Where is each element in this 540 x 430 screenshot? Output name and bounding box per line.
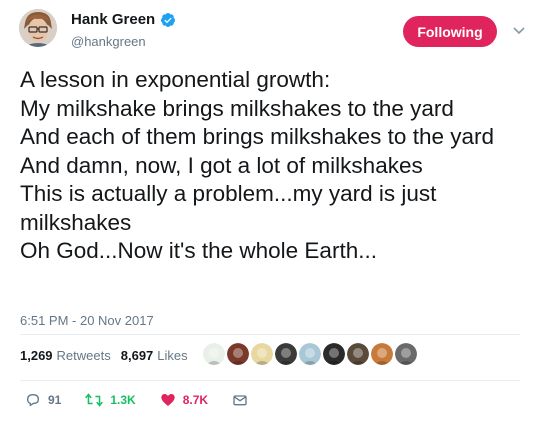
- liker-avatar-icon: [323, 343, 345, 365]
- author-display-name[interactable]: Hank Green: [71, 11, 155, 28]
- retweet-icon: [85, 393, 104, 407]
- likes-label[interactable]: Likes: [157, 348, 187, 363]
- liker-avatar[interactable]: [299, 343, 321, 365]
- like-button[interactable]: 8.7K: [160, 392, 208, 408]
- retweet-count: 1.3K: [110, 393, 136, 407]
- retweet-button[interactable]: 1.3K: [85, 392, 136, 408]
- likes-count[interactable]: 8,697: [121, 348, 154, 363]
- avatar[interactable]: [19, 9, 57, 47]
- divider: [20, 334, 520, 335]
- tweet-line: And damn, now, I got a lot of milkshakes: [20, 152, 423, 178]
- liker-avatar-icon: [275, 343, 297, 365]
- liker-avatar[interactable]: [203, 343, 225, 365]
- reply-count: 91: [48, 393, 62, 407]
- liker-avatar-icon: [299, 343, 321, 365]
- liker-avatar[interactable]: [371, 343, 393, 365]
- direct-message-icon: [233, 395, 247, 406]
- tweet-stats: 1,269 Retweets 8,697 Likes: [20, 348, 188, 363]
- tweet-text: A lesson in exponential growth: My milks…: [20, 66, 532, 266]
- following-button[interactable]: Following: [403, 16, 497, 47]
- liker-avatar-icon: [395, 343, 417, 365]
- liker-avatar[interactable]: [251, 343, 273, 365]
- liker-avatar[interactable]: [227, 343, 249, 365]
- liker-avatar[interactable]: [275, 343, 297, 365]
- liker-avatar-icon: [347, 343, 369, 365]
- reply-icon: [26, 393, 40, 407]
- tweet-line: Oh God...Now it's the whole Earth...: [20, 238, 377, 263]
- tweet-line: My milkshake brings milkshakes to the ya…: [20, 95, 454, 121]
- chevron-down-icon[interactable]: [513, 26, 525, 36]
- liker-avatar[interactable]: [395, 343, 417, 365]
- liker-avatar-icon: [227, 343, 249, 365]
- author-name-row[interactable]: Hank Green: [71, 11, 176, 28]
- liker-avatar[interactable]: [323, 343, 345, 365]
- divider: [20, 380, 520, 381]
- like-count: 8.7K: [182, 393, 209, 407]
- heart-icon: [161, 394, 175, 406]
- direct-message-button[interactable]: [232, 392, 248, 408]
- liker-avatars: [203, 343, 419, 365]
- liker-avatar-icon: [251, 343, 273, 365]
- tweet-line: This is actually a problem...my yard is …: [20, 181, 437, 235]
- retweets-label[interactable]: Retweets: [57, 348, 111, 363]
- tweet-actions: 91 1.3K 8.7K: [25, 392, 272, 408]
- liker-avatar[interactable]: [347, 343, 369, 365]
- retweets-count[interactable]: 1,269: [20, 348, 53, 363]
- tweet-line: A lesson in exponential growth:: [20, 67, 331, 92]
- tweet-timestamp[interactable]: 6:51 PM - 20 Nov 2017: [20, 313, 154, 328]
- liker-avatar-icon: [371, 343, 393, 365]
- author-handle[interactable]: @hankgreen: [71, 34, 146, 49]
- tweet-line: And each of them brings milkshakes to th…: [20, 124, 494, 149]
- reply-button[interactable]: 91: [25, 392, 61, 408]
- tweet-card: Hank Green @hankgreen Following A lesson…: [0, 0, 540, 430]
- verified-badge-icon: [160, 12, 176, 28]
- liker-avatar-icon: [203, 343, 225, 365]
